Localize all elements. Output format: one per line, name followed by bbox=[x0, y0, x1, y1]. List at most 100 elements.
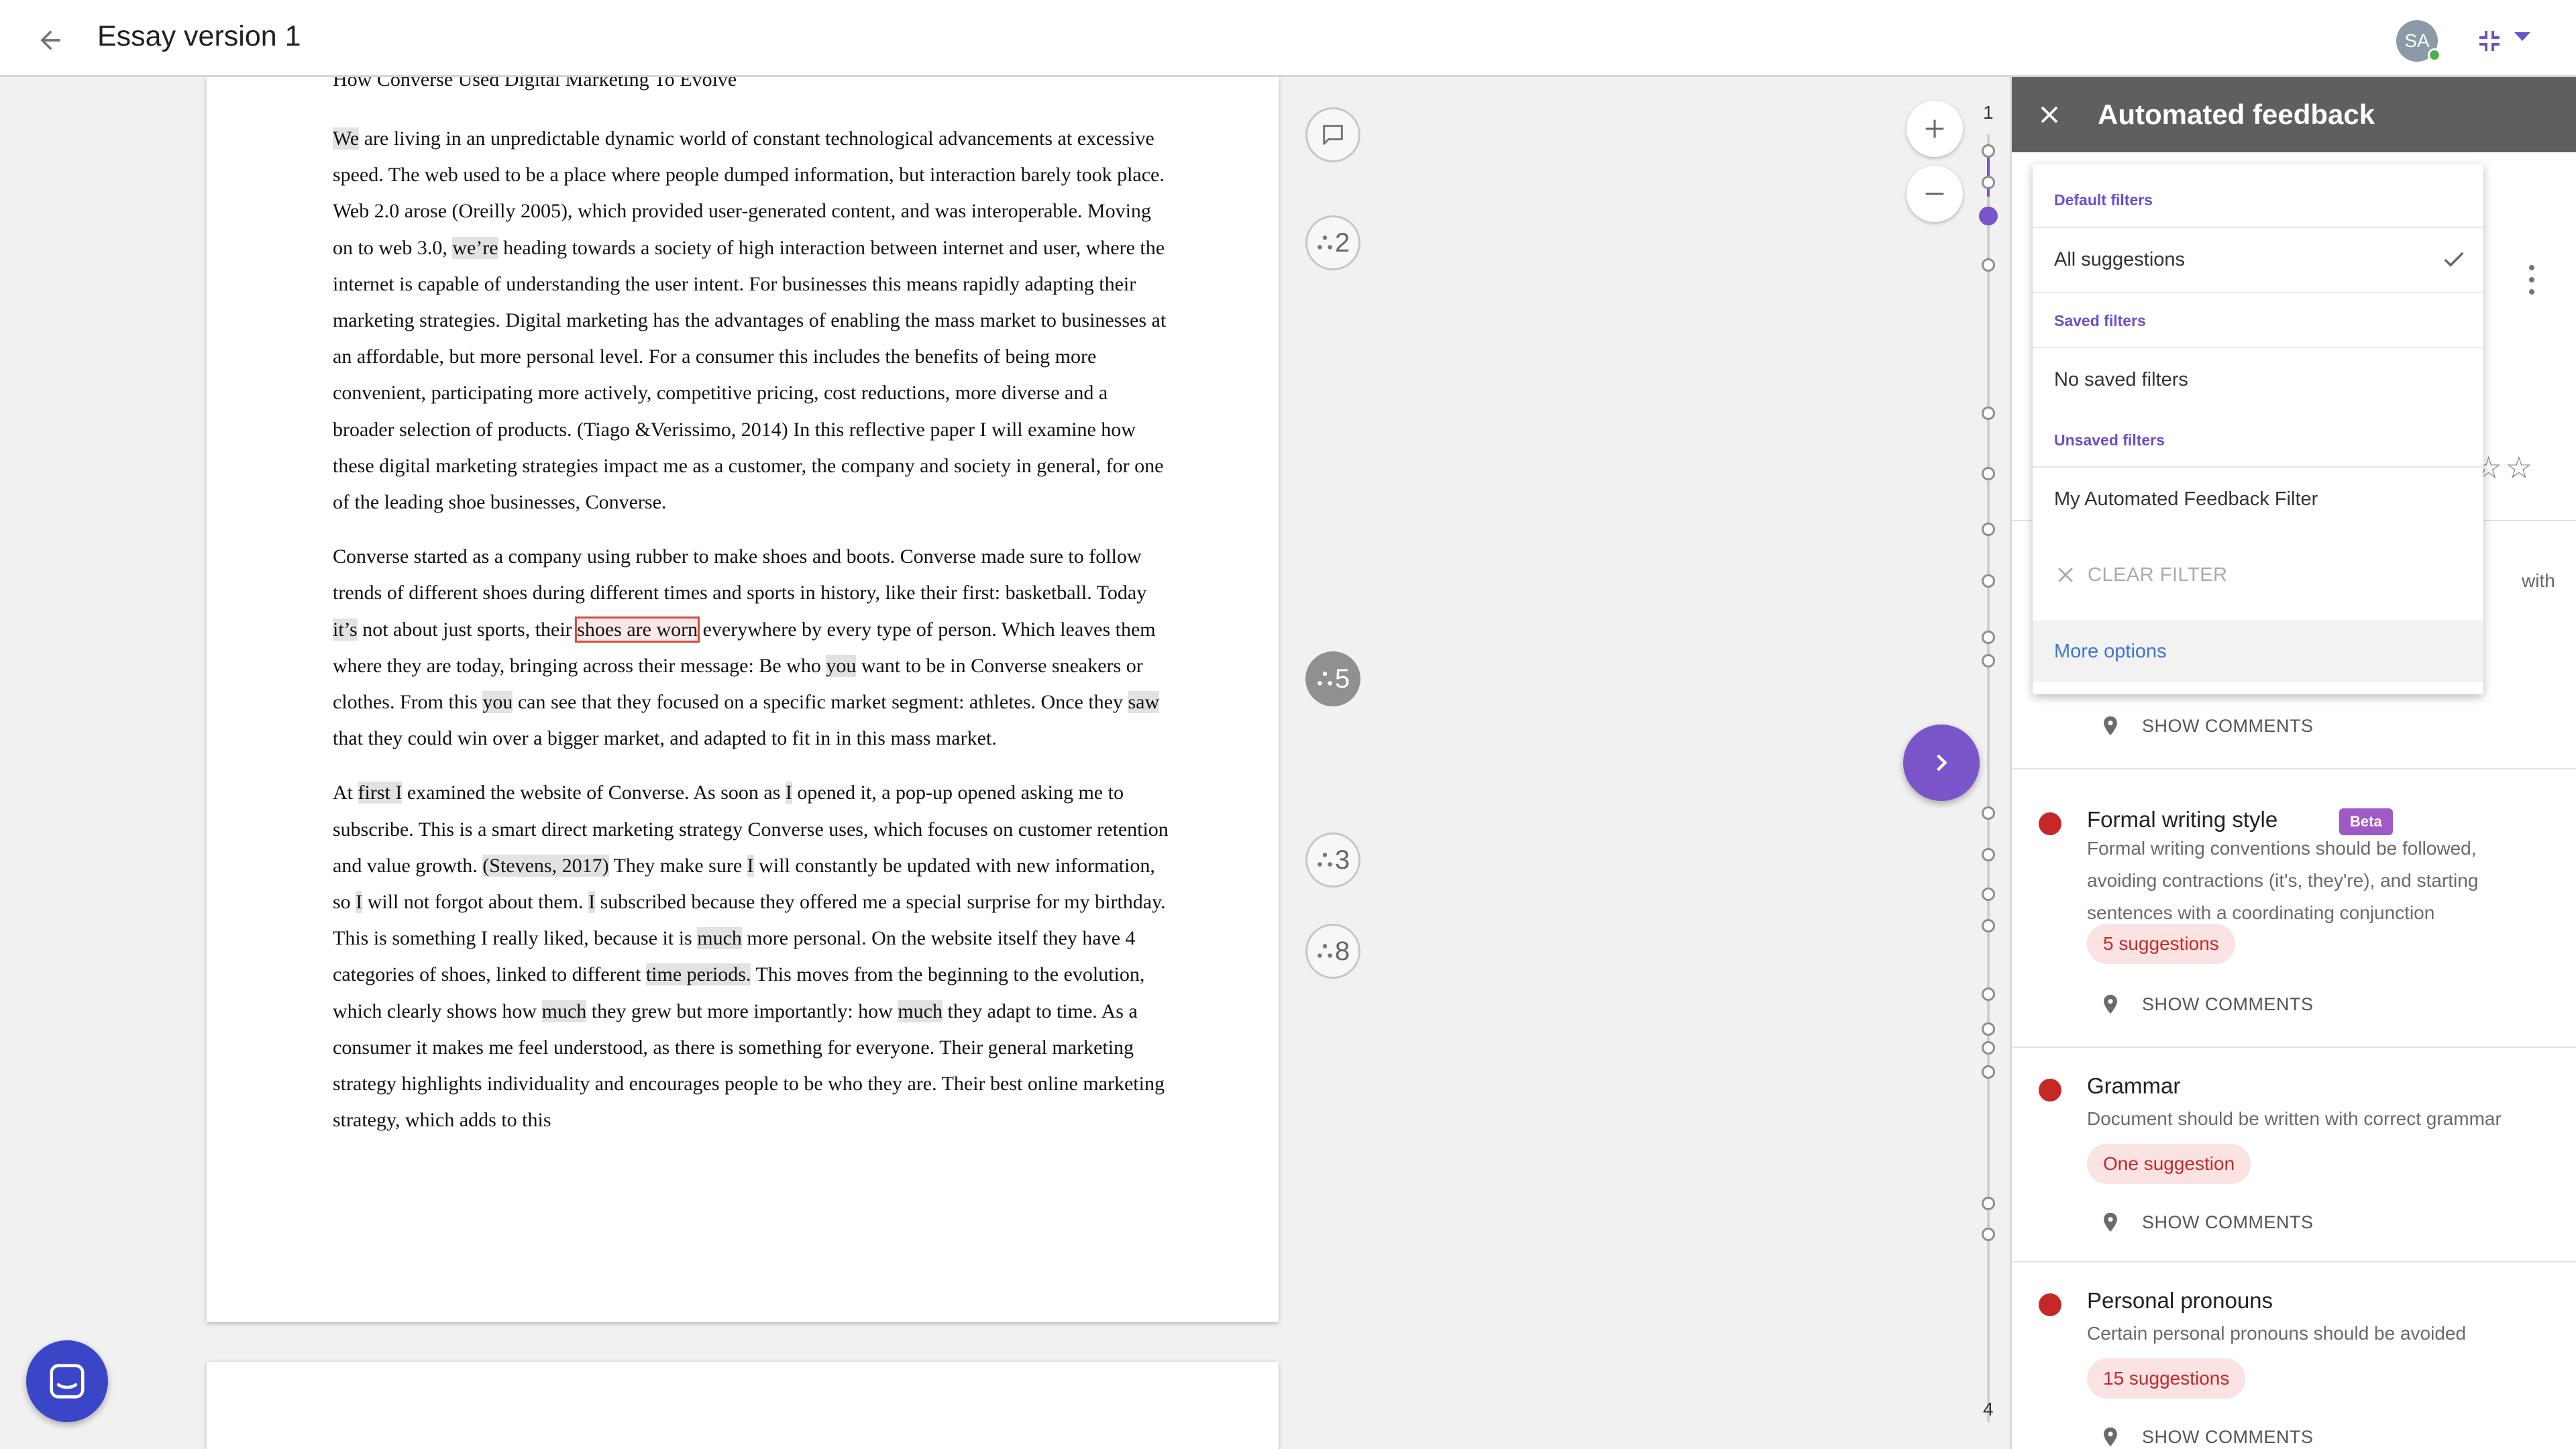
text-run: will not forgot about them. bbox=[362, 891, 589, 914]
zoom-out-button[interactable] bbox=[1907, 166, 1963, 222]
show-comments-button[interactable]: SHOW COMMENTS bbox=[2099, 1205, 2314, 1239]
feedback-badge-5[interactable]: 5 bbox=[1305, 651, 1360, 706]
caret-down-icon[interactable] bbox=[2514, 32, 2530, 41]
suggestion-highlight[interactable]: you bbox=[826, 654, 857, 677]
suggestion-highlight[interactable]: I bbox=[356, 891, 363, 914]
suggestions-pill[interactable]: 15 suggestions bbox=[2087, 1358, 2246, 1399]
feedback-title: Grammar bbox=[2087, 1073, 2181, 1098]
feedback-description: Formal writing conventions should be fol… bbox=[2087, 838, 2479, 923]
chat-icon bbox=[50, 1364, 85, 1399]
timeline-marker[interactable] bbox=[1982, 467, 1995, 480]
menu-item-all-suggestions[interactable]: All suggestions bbox=[2033, 229, 2483, 290]
location-pin-icon bbox=[2104, 716, 2117, 736]
divider bbox=[2033, 347, 2483, 348]
timeline-marker[interactable] bbox=[1982, 987, 1995, 1001]
feedback-item-grammar[interactable]: Grammar Document should be written with … bbox=[2012, 1046, 2576, 1261]
star-rating[interactable]: ☆☆ bbox=[2475, 449, 2535, 486]
badge-count: 3 bbox=[1334, 845, 1350, 875]
suggestion-highlight[interactable]: I bbox=[747, 854, 754, 877]
document-title: Essay version 1 bbox=[97, 20, 301, 52]
filter-menu: Default filters All suggestions Saved fi… bbox=[2033, 164, 2483, 694]
feedback-badge-2[interactable]: 2 bbox=[1305, 215, 1360, 270]
suggestion-highlight[interactable]: I bbox=[588, 891, 596, 914]
beta-badge: Beta bbox=[2339, 808, 2393, 835]
show-comments-label: SHOW COMMENTS bbox=[2142, 715, 2314, 736]
timeline-marker[interactable] bbox=[1982, 258, 1995, 272]
timeline-marker[interactable] bbox=[1982, 176, 1995, 189]
timeline-marker[interactable] bbox=[1982, 407, 1995, 420]
default-filters-heading: Default filters bbox=[2054, 191, 2153, 209]
timeline-marker[interactable] bbox=[1982, 523, 1995, 536]
suggestion-highlight[interactable]: (Stevens, 2017) bbox=[482, 854, 609, 877]
more-vert-icon[interactable] bbox=[2525, 265, 2538, 299]
document-page: How Converse Used Digital Marketing To E… bbox=[207, 77, 1279, 1322]
cluster-dots-icon bbox=[1318, 944, 1332, 958]
suggestions-pill[interactable]: 5 suggestions bbox=[2087, 924, 2235, 964]
show-comments-button[interactable]: SHOW COMMENTS bbox=[2099, 1420, 2314, 1449]
timeline-marker[interactable] bbox=[1982, 1041, 1995, 1055]
timeline-marker[interactable] bbox=[1982, 919, 1995, 932]
suggestion-highlight[interactable]: much bbox=[697, 927, 742, 950]
location-pin-icon bbox=[2104, 1427, 2117, 1447]
zoom-in-button[interactable] bbox=[1907, 101, 1963, 157]
timeline-marker[interactable] bbox=[1982, 1197, 1995, 1210]
suggestion-highlight[interactable]: much bbox=[541, 1000, 587, 1022]
timeline-marker-active[interactable] bbox=[1979, 207, 1998, 225]
timeline-marker[interactable] bbox=[1982, 654, 1995, 667]
menu-item-label: No saved filters bbox=[2054, 368, 2188, 390]
suggestion-highlight[interactable]: we’re bbox=[452, 236, 498, 259]
timeline-marker[interactable] bbox=[1982, 574, 1995, 588]
suggestion-highlight[interactable]: I bbox=[785, 782, 792, 804]
suggestions-pill[interactable]: One suggestion bbox=[2087, 1144, 2251, 1184]
paragraph-1: We are living in an unpredictable dynami… bbox=[333, 121, 1171, 521]
text-run: At bbox=[333, 782, 358, 804]
active-suggestion-highlight[interactable]: shoes are worn bbox=[575, 616, 700, 643]
show-comments-button[interactable]: SHOW COMMENTS bbox=[2099, 709, 2314, 743]
text-run: Converse started as a company using rubb… bbox=[333, 545, 1147, 604]
add-comment-button[interactable] bbox=[1305, 107, 1360, 162]
feedback-title: Formal writing style bbox=[2087, 807, 2278, 832]
cluster-dots-icon bbox=[1318, 235, 1332, 250]
divider bbox=[2033, 292, 2483, 293]
timeline-marker[interactable] bbox=[1982, 848, 1995, 861]
suggestion-highlight[interactable]: much bbox=[898, 1000, 943, 1022]
feedback-item-personal-pronouns[interactable]: Personal pronouns Certain personal prono… bbox=[2012, 1261, 2576, 1449]
feedback-description: Certain personal pronouns should be avoi… bbox=[2087, 1323, 2467, 1344]
close-icon bbox=[2041, 106, 2058, 123]
location-pin-icon bbox=[2104, 994, 2117, 1014]
menu-item-my-filter[interactable]: My Automated Feedback Filter bbox=[2033, 468, 2483, 530]
timeline-marker[interactable] bbox=[1982, 631, 1995, 644]
suggestion-highlight[interactable]: you bbox=[482, 691, 513, 714]
collapse-button[interactable] bbox=[2473, 24, 2506, 58]
suggestion-highlight[interactable]: it’s bbox=[333, 618, 358, 641]
timeline-marker[interactable] bbox=[1982, 1065, 1995, 1079]
timeline-marker[interactable] bbox=[1982, 1228, 1995, 1241]
chevron-right-icon bbox=[1936, 754, 1947, 771]
document-body[interactable]: How Converse Used Digital Marketing To E… bbox=[333, 77, 1171, 1157]
show-comments-button[interactable]: SHOW COMMENTS bbox=[2099, 987, 2314, 1021]
close-panel-button[interactable] bbox=[2032, 97, 2067, 132]
menu-item-label: More options bbox=[2054, 640, 2167, 662]
feedback-item-formal-writing[interactable]: Formal writing style Beta Formal writing… bbox=[2012, 768, 2576, 1046]
close-icon bbox=[2058, 568, 2073, 582]
suggestion-highlight[interactable]: time periods. bbox=[645, 963, 751, 986]
timeline-marker[interactable] bbox=[1982, 144, 1995, 158]
suggestion-highlight[interactable]: We bbox=[333, 127, 360, 150]
suggestion-highlight[interactable]: first I bbox=[358, 782, 402, 804]
back-button[interactable] bbox=[30, 20, 70, 60]
feedback-badge-8[interactable]: 8 bbox=[1305, 924, 1360, 979]
timeline-marker[interactable] bbox=[1982, 888, 1995, 901]
text-run: they grew but more importantly: how bbox=[586, 1000, 898, 1022]
text-run: not about just sports, their bbox=[357, 618, 578, 641]
suggestion-highlight[interactable]: saw bbox=[1128, 691, 1160, 714]
saved-filters-heading: Saved filters bbox=[2054, 312, 2146, 329]
timeline-marker[interactable] bbox=[1982, 1022, 1995, 1036]
clear-filter-button[interactable]: CLEAR FILTER bbox=[2033, 544, 2483, 606]
next-suggestion-button[interactable] bbox=[1903, 724, 1980, 801]
chat-launcher-button[interactable] bbox=[26, 1340, 108, 1422]
panel-title: Automated feedback bbox=[2098, 99, 2375, 130]
document-page-2 bbox=[207, 1362, 1279, 1449]
feedback-badge-3[interactable]: 3 bbox=[1305, 833, 1360, 888]
timeline-marker[interactable] bbox=[1982, 806, 1995, 820]
more-options-link[interactable]: More options bbox=[2033, 621, 2483, 682]
